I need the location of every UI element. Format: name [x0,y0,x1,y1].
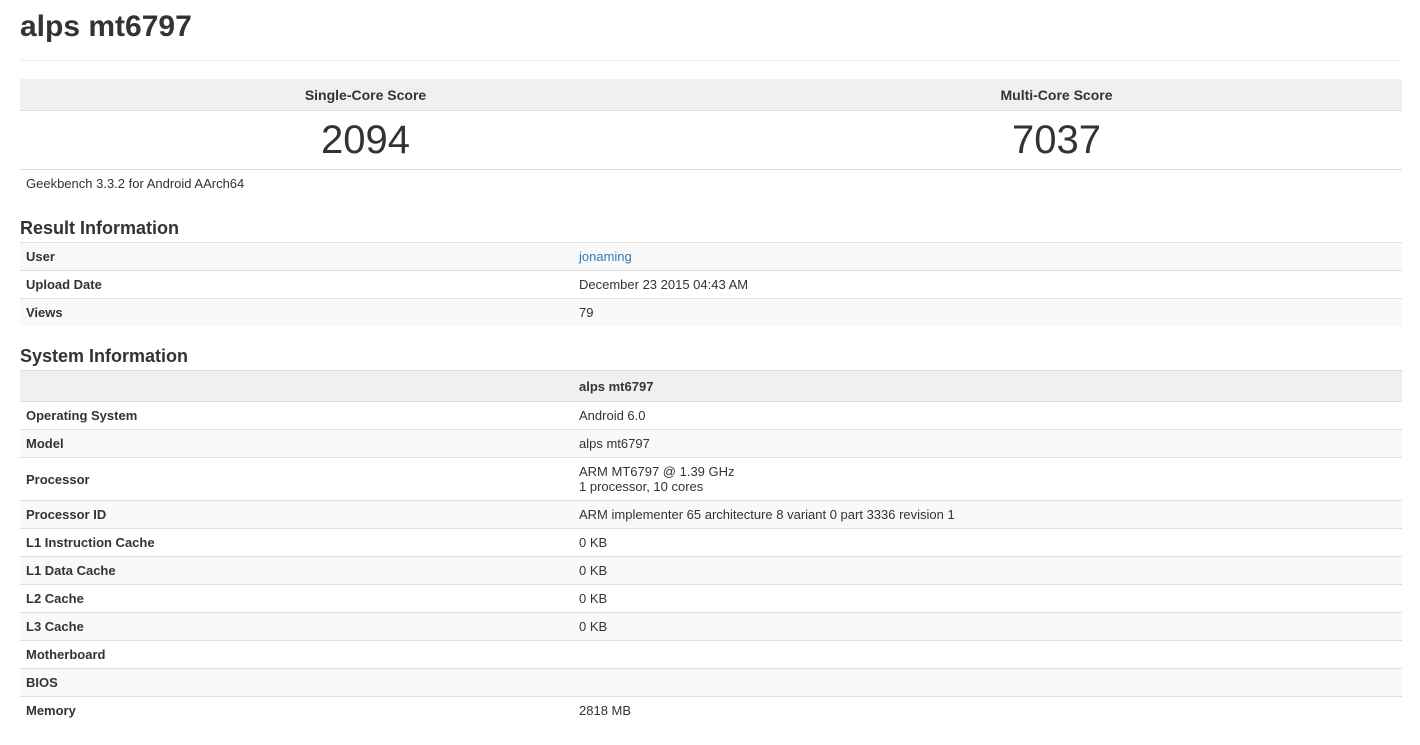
row-value-processor: ARM MT6797 @ 1.39 GHz 1 processor, 10 co… [573,457,1402,501]
table-row: Views 79 [20,298,1402,326]
result-information-title: Result Information [20,218,180,238]
table-row: Motherboard [20,640,1402,669]
page-title: alps mt6797 [20,0,1402,61]
system-header-device: alps mt6797 [573,370,1402,402]
row-label-model: Model [20,429,573,458]
row-label-views: Views [20,298,573,326]
row-value-views: 79 [573,298,1402,326]
row-label-l2-cache: L2 Cache [20,584,573,613]
row-label-upload-date: Upload Date [20,270,573,299]
row-label-l3-cache: L3 Cache [20,612,573,641]
row-value-l3-cache: 0 KB [573,612,1402,641]
score-value-row: 2094 7037 [20,110,1402,170]
result-page: alps mt6797 Single-Core Score Multi-Core… [20,0,1402,724]
result-information-table: User jonaming Upload Date December 23 20… [20,242,1402,326]
table-row: Processor ID ARM implementer 65 architec… [20,500,1402,529]
row-value-motherboard [573,640,1402,669]
row-value-l1-data-cache: 0 KB [573,556,1402,585]
score-table: Single-Core Score Multi-Core Score 2094 … [20,79,1402,170]
row-value-user: jonaming [573,242,1402,271]
system-header-row: alps mt6797 [20,370,1402,402]
table-row: Operating System Android 6.0 [20,401,1402,430]
row-value-bios [573,668,1402,697]
table-row: L2 Cache 0 KB [20,584,1402,613]
processor-name: ARM MT6797 @ 1.39 GHz [579,464,735,479]
row-value-processor-id: ARM implementer 65 architecture 8 varian… [573,500,1402,529]
row-label-processor-id: Processor ID [20,500,573,529]
row-label-l1-instruction-cache: L1 Instruction Cache [20,528,573,557]
row-label-l1-data-cache: L1 Data Cache [20,556,573,585]
row-label-processor: Processor [20,457,573,501]
score-header-row: Single-Core Score Multi-Core Score [20,79,1402,111]
system-information-title: System Information [20,346,189,366]
single-core-score-label: Single-Core Score [20,79,711,111]
table-row: Memory 2818 MB [20,696,1402,724]
row-value-operating-system: Android 6.0 [573,401,1402,430]
table-row: User jonaming [20,242,1402,271]
row-value-l1-instruction-cache: 0 KB [573,528,1402,557]
row-value-upload-date: December 23 2015 04:43 AM [573,270,1402,299]
row-label-user: User [20,242,573,271]
table-row: BIOS [20,668,1402,697]
table-row: Processor ARM MT6797 @ 1.39 GHz 1 proces… [20,457,1402,501]
row-label-motherboard: Motherboard [20,640,573,669]
row-label-memory: Memory [20,696,573,724]
multi-core-score-label: Multi-Core Score [711,79,1402,111]
table-row: L1 Instruction Cache 0 KB [20,528,1402,557]
benchmark-version: Geekbench 3.3.2 for Android AArch64 [26,176,245,191]
table-row: L1 Data Cache 0 KB [20,556,1402,585]
system-information-table: alps mt6797 Operating System Android 6.0… [20,370,1402,724]
multi-core-score-value: 7037 [711,110,1402,170]
processor-cores: 1 processor, 10 cores [579,479,704,494]
table-row: L3 Cache 0 KB [20,612,1402,641]
table-row: Model alps mt6797 [20,429,1402,458]
system-header-spacer [20,370,573,402]
user-link[interactable]: jonaming [579,249,632,264]
row-value-memory: 2818 MB [573,696,1402,724]
row-label-bios: BIOS [20,668,573,697]
single-core-score-value: 2094 [20,110,711,170]
row-value-l2-cache: 0 KB [573,584,1402,613]
table-row: Upload Date December 23 2015 04:43 AM [20,270,1402,299]
row-label-operating-system: Operating System [20,401,573,430]
row-value-model: alps mt6797 [573,429,1402,458]
